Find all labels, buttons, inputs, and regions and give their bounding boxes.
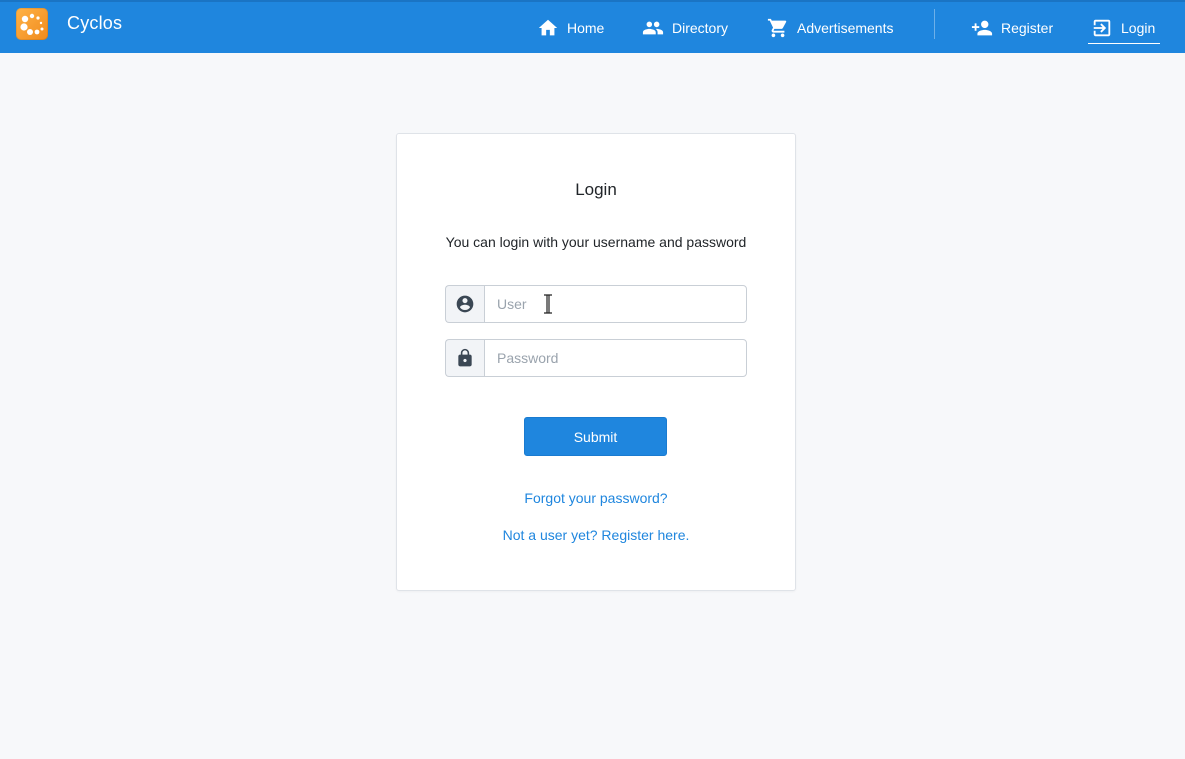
user-addon (445, 285, 484, 323)
cyclos-logo-icon[interactable] (16, 8, 48, 40)
forgot-password-link[interactable]: Forgot your password? (397, 490, 795, 506)
nav-home[interactable]: Home (537, 2, 604, 53)
nav-login[interactable]: Login (1088, 2, 1160, 53)
people-icon (642, 21, 664, 34)
app-title[interactable]: Cyclos (67, 13, 122, 34)
user-input[interactable] (484, 285, 747, 323)
login-card: Login You can login with your username a… (396, 133, 796, 591)
password-addon (445, 339, 484, 377)
home-icon (538, 19, 558, 35)
nav-register-label: Register (1001, 19, 1054, 36)
nav-register[interactable]: Register (971, 2, 1053, 53)
cart-icon (767, 18, 787, 37)
user-field (445, 285, 747, 323)
submit-button[interactable]: Submit (524, 417, 667, 456)
person-add-icon (971, 20, 993, 35)
login-icon (1093, 19, 1111, 36)
login-subtitle: You can login with your username and pas… (445, 234, 747, 250)
password-input[interactable] (484, 339, 747, 377)
nav-directory[interactable]: Directory (642, 2, 728, 53)
nav-divider (934, 9, 935, 39)
login-title: Login (575, 180, 617, 199)
password-field (445, 339, 747, 377)
nav-home-label: Home (567, 19, 605, 36)
nav-advertisements-label: Advertisements (797, 19, 894, 36)
top-navbar: Cyclos Home Directory Advertisements Reg… (0, 0, 1185, 53)
lock-icon (458, 348, 472, 367)
register-link[interactable]: Not a user yet? Register here. (397, 527, 795, 543)
nav-directory-label: Directory (672, 19, 729, 36)
nav-login-label: Login (1121, 19, 1156, 36)
account-circle-icon (456, 295, 474, 313)
nav-advertisements[interactable]: Advertisements (767, 2, 893, 53)
